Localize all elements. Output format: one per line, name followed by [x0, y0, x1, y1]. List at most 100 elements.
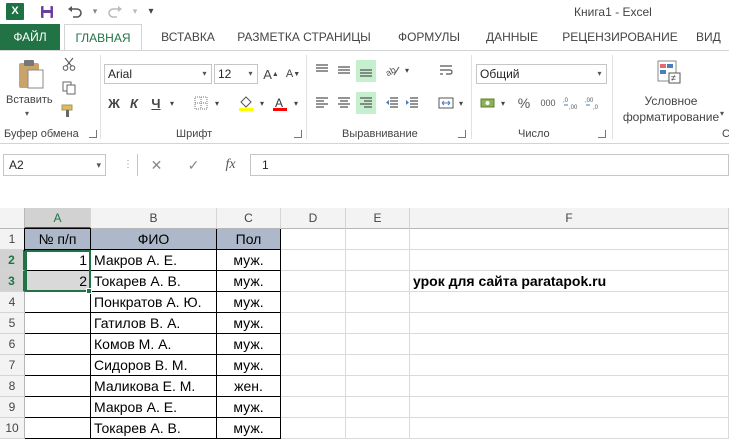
cell-d10[interactable] [281, 418, 346, 439]
format-painter-icon[interactable] [60, 102, 78, 120]
alignment-launcher-icon[interactable] [458, 130, 466, 138]
cell-a3[interactable]: 2 [25, 271, 91, 292]
column-header-c[interactable]: C [217, 208, 281, 229]
conditional-formatting-icon[interactable]: ≠ [654, 57, 684, 87]
tab-data[interactable]: ДАННЫЕ [480, 24, 544, 50]
column-header-e[interactable]: E [346, 208, 410, 229]
row-header-8[interactable]: 8 [0, 376, 25, 397]
column-header-f[interactable]: F [410, 208, 729, 229]
increase-decimal-icon[interactable]: ,0,00 [562, 93, 582, 113]
tab-insert[interactable]: ВСТАВКА [154, 24, 222, 50]
cell-e1[interactable] [346, 229, 410, 250]
bold-button[interactable]: Ж [106, 94, 122, 112]
column-header-a[interactable]: A [25, 208, 91, 229]
row-header-7[interactable]: 7 [0, 355, 25, 376]
tab-view[interactable]: ВИД [696, 24, 729, 50]
formula-bar-handle-icon[interactable]: ⋮ [123, 159, 133, 170]
percent-icon[interactable]: % [514, 93, 534, 113]
cell-c9[interactable]: муж. [217, 397, 281, 418]
select-all-corner[interactable] [0, 208, 25, 229]
align-right-icon[interactable] [356, 92, 376, 114]
borders-dropdown-icon[interactable]: ▾ [212, 94, 222, 112]
cell-e7[interactable] [346, 355, 410, 376]
cell-f5[interactable] [410, 313, 729, 334]
chevron-down-icon[interactable]: ▾ [96, 155, 101, 175]
row-header-1[interactable]: 1 [0, 229, 25, 250]
row-header-6[interactable]: 6 [0, 334, 25, 355]
wrap-text-icon[interactable] [436, 61, 456, 81]
note-text[interactable]: урок для сайта paratapok.ru [413, 271, 606, 292]
cell-e4[interactable] [346, 292, 410, 313]
font-launcher-icon[interactable] [294, 130, 302, 138]
cell-c4[interactable]: муж. [217, 292, 281, 313]
align-center-icon[interactable] [334, 93, 354, 113]
cell-d7[interactable] [281, 355, 346, 376]
cell-d9[interactable] [281, 397, 346, 418]
cell-b4[interactable]: Понкратов А. Ю. [91, 292, 217, 313]
cut-icon[interactable] [60, 55, 78, 73]
row-header-5[interactable]: 5 [0, 313, 25, 334]
merge-center-icon[interactable] [436, 93, 456, 113]
cell-b7[interactable]: Сидоров В. М. [91, 355, 217, 376]
cell-a5[interactable] [25, 313, 91, 334]
cell-d2[interactable] [281, 250, 346, 271]
excel-logo-icon[interactable]: X [6, 3, 24, 20]
comma-style-icon[interactable]: 000 [538, 93, 558, 113]
paste-dropdown-icon[interactable]: ▾ [25, 109, 29, 118]
paste-icon[interactable] [14, 57, 48, 91]
undo-icon[interactable] [66, 3, 84, 20]
chevron-down-icon[interactable]: ▾ [592, 65, 606, 83]
conditional-formatting-button[interactable]: Условное форматирование [618, 93, 724, 125]
increase-indent-icon[interactable] [402, 93, 422, 113]
cell-f10[interactable] [410, 418, 729, 439]
cell-f8[interactable] [410, 376, 729, 397]
decrease-font-icon[interactable]: A ▼ [284, 65, 302, 83]
font-size-combo[interactable]: 12 ▾ [214, 64, 258, 84]
cell-b6[interactable]: Комов М. А. [91, 334, 217, 355]
cell-c3[interactable]: муж. [217, 271, 281, 292]
currency-dropdown-icon[interactable]: ▾ [498, 94, 508, 112]
underline-button[interactable]: Ч [148, 94, 164, 112]
cell-c5[interactable]: муж. [217, 313, 281, 334]
cell-c8[interactable]: жен. [217, 376, 281, 397]
cell-a10[interactable] [25, 418, 91, 439]
name-box[interactable]: A2 ▾ [3, 154, 106, 176]
align-top-icon[interactable] [312, 60, 332, 80]
underline-dropdown-icon[interactable]: ▾ [167, 94, 177, 112]
font-color-icon[interactable]: A [270, 93, 290, 113]
cell-a6[interactable] [25, 334, 91, 355]
cell-f1[interactable] [410, 229, 729, 250]
cell-e3[interactable] [346, 271, 410, 292]
tab-review[interactable]: РЕЦЕНЗИРОВАНИЕ [558, 24, 682, 50]
italic-button[interactable]: К [126, 94, 142, 112]
row-header-9[interactable]: 9 [0, 397, 25, 418]
cell-a4[interactable] [25, 292, 91, 313]
merge-dropdown-icon[interactable]: ▾ [456, 94, 466, 112]
cell-d8[interactable] [281, 376, 346, 397]
tab-file[interactable]: ФАЙЛ [0, 24, 60, 50]
cell-b10[interactable]: Токарев А. В. [91, 418, 217, 439]
cell-b9[interactable]: Макров А. Е. [91, 397, 217, 418]
chevron-down-icon[interactable]: ▾ [243, 65, 257, 83]
cell-b8[interactable]: Маликова Е. М. [91, 376, 217, 397]
fill-color-icon[interactable] [236, 93, 256, 113]
column-header-d[interactable]: D [281, 208, 346, 229]
formula-input[interactable]: 1 [250, 154, 729, 176]
insert-function-icon[interactable]: fx [212, 157, 249, 173]
paste-label[interactable]: Вставить [6, 94, 53, 106]
fill-color-dropdown-icon[interactable]: ▾ [257, 94, 267, 112]
fill-handle[interactable] [86, 288, 92, 294]
cell-a8[interactable] [25, 376, 91, 397]
enter-icon[interactable]: ✓ [175, 157, 212, 174]
row-header-3[interactable]: 3 [0, 271, 25, 292]
cell-d4[interactable] [281, 292, 346, 313]
cell-c6[interactable]: муж. [217, 334, 281, 355]
cell-a7[interactable] [25, 355, 91, 376]
cell-e5[interactable] [346, 313, 410, 334]
currency-icon[interactable] [478, 93, 498, 113]
increase-font-icon[interactable]: A ▲ [262, 65, 280, 83]
cell-b5[interactable]: Гатилов В. А. [91, 313, 217, 334]
save-icon[interactable] [38, 3, 56, 20]
cell-f6[interactable] [410, 334, 729, 355]
cell-b2[interactable]: Макров А. Е. [91, 250, 217, 271]
